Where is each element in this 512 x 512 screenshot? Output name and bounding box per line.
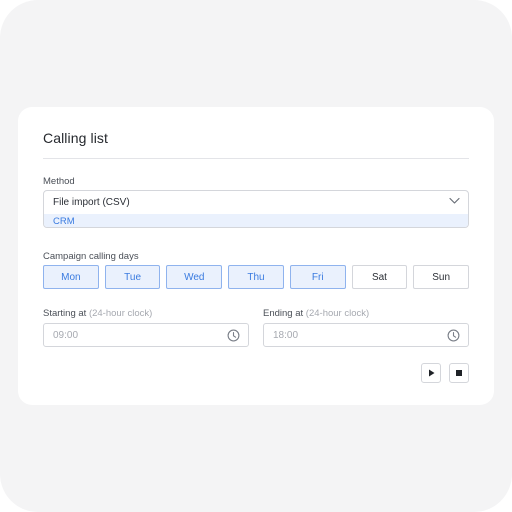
campaign-days-label: Campaign calling days xyxy=(43,251,139,262)
start-time-field[interactable]: 09:00 xyxy=(43,323,249,347)
title-divider xyxy=(43,158,469,159)
stop-icon xyxy=(456,370,462,376)
day-toggle-sat[interactable]: Sat xyxy=(351,265,408,289)
play-button[interactable] xyxy=(421,363,441,383)
day-toggle-fri[interactable]: Fri xyxy=(289,265,346,289)
day-toggle-thu[interactable]: Thu xyxy=(228,265,284,289)
day-toggle-wed[interactable]: Wed xyxy=(166,265,223,289)
method-option-crm[interactable]: CRM xyxy=(44,214,468,227)
play-icon xyxy=(428,369,434,377)
day-toggle-sun[interactable]: Sun xyxy=(413,265,470,289)
stop-button[interactable] xyxy=(449,363,469,383)
end-time-value: 18:00 xyxy=(273,329,299,341)
day-toggle-mon[interactable]: Mon xyxy=(43,265,99,289)
start-time-hint: (24-hour clock) xyxy=(88,308,153,319)
chevron-down-icon[interactable] xyxy=(449,197,460,205)
clock-icon[interactable] xyxy=(227,329,240,342)
start-time-label: Starting at (24-hour clock) xyxy=(43,308,152,319)
method-dropdown[interactable]: File import (CSV) CRM xyxy=(43,190,469,228)
background-frame: Calling list Method File import (CSV) CR… xyxy=(0,0,512,512)
end-time-label-text: Ending at xyxy=(263,308,304,319)
panel-title: Calling list xyxy=(43,130,108,146)
calling-list-panel: Calling list Method File import (CSV) CR… xyxy=(18,107,494,405)
start-time-value: 09:00 xyxy=(53,329,79,341)
day-selector: Mon Tue Wed Thu Fri Sat Sun xyxy=(43,265,470,289)
clock-icon[interactable] xyxy=(447,329,460,342)
day-toggle-tue[interactable]: Tue xyxy=(104,265,161,289)
end-time-hint: (24-hour clock) xyxy=(305,308,370,319)
end-time-label: Ending at (24-hour clock) xyxy=(263,308,369,319)
start-time-label-text: Starting at xyxy=(43,308,87,319)
method-selected-value[interactable]: File import (CSV) xyxy=(44,191,468,213)
method-label: Method xyxy=(43,176,75,187)
end-time-field[interactable]: 18:00 xyxy=(263,323,469,347)
